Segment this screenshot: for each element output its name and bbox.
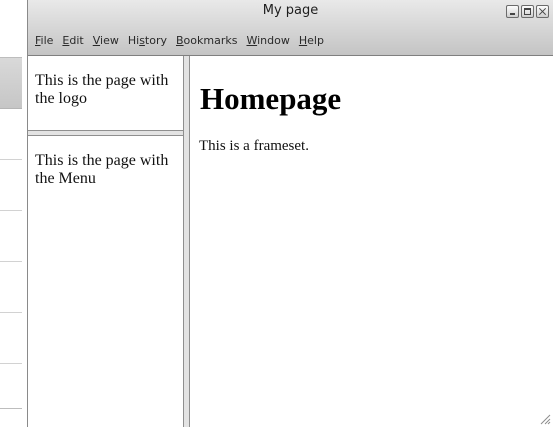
- menu-window[interactable]: Window: [246, 34, 289, 47]
- logo-frame-text: This is the page with the logo: [35, 72, 169, 107]
- minimize-icon[interactable]: [506, 5, 519, 18]
- menu-edit[interactable]: Edit: [62, 34, 83, 47]
- list-item: [0, 211, 22, 262]
- logo-frame: This is the page with the logo: [28, 56, 183, 130]
- background-list-header: [0, 58, 22, 109]
- vertical-frame-divider[interactable]: [183, 56, 190, 427]
- left-frames: This is the page with the logo This is t…: [28, 56, 183, 427]
- menu-file[interactable]: File: [35, 34, 53, 47]
- frameset: This is the page with the logo This is t…: [28, 56, 553, 427]
- window-title: My page: [262, 3, 319, 18]
- list-item: [0, 313, 22, 364]
- main-frame: Homepage This is a frameset.: [190, 56, 553, 427]
- menu-bookmarks[interactable]: Bookmarks: [176, 34, 237, 47]
- menu-view[interactable]: View: [93, 34, 119, 47]
- menu-help[interactable]: Help: [299, 34, 324, 47]
- menu-bar: File Edit View History Bookmarks Window …: [35, 34, 333, 47]
- title-bar[interactable]: My page File Edit View History Bookmarks…: [28, 0, 553, 56]
- page-heading: Homepage: [200, 81, 342, 116]
- browser-window: My page File Edit View History Bookmarks…: [27, 0, 553, 427]
- list-item: [0, 160, 22, 211]
- menu-frame-text: This is the page with the Menu: [35, 152, 169, 187]
- list-item: [0, 262, 22, 313]
- page-paragraph: This is a frameset.: [199, 138, 309, 154]
- background-list-panel: [0, 57, 22, 409]
- resize-grip-icon[interactable]: [539, 413, 551, 425]
- menu-history[interactable]: History: [128, 34, 167, 47]
- screen: My page File Edit View History Bookmarks…: [0, 0, 553, 427]
- menu-frame: This is the page with the Menu: [28, 136, 183, 427]
- window-controls: [506, 5, 549, 18]
- maximize-icon[interactable]: [521, 5, 534, 18]
- list-item: [0, 109, 22, 160]
- close-icon[interactable]: [536, 5, 549, 18]
